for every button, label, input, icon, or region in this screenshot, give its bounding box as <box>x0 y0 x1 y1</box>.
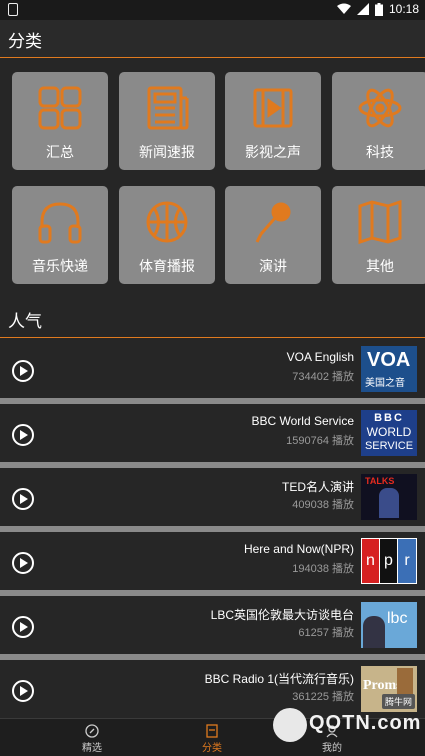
category-tile-sports[interactable]: 体育播报 <box>119 186 215 284</box>
film-icon <box>253 88 293 128</box>
bbc-logo: BBC WORLD SERVICE <box>361 410 417 456</box>
item-plays: 61257 播放 <box>298 627 354 639</box>
proms-text: Proms <box>363 678 402 693</box>
compass-icon <box>85 724 99 738</box>
section-title: 人气 <box>8 312 42 332</box>
item-title: Here and Now(NPR) <box>243 542 354 556</box>
list-item[interactable]: TED名人演讲 409038 播放 TALKS <box>0 468 425 526</box>
popular-section-header: 人气 <box>0 300 425 338</box>
status-bar: 10:18 <box>0 0 425 20</box>
page-title: 分类 <box>8 32 42 52</box>
voa-cn-text: 美国之音 <box>365 378 405 389</box>
watermark-text: QOTN.com <box>309 712 422 734</box>
bbc-world-text: WORLD <box>366 425 412 439</box>
lbc-text: lbc <box>387 610 408 627</box>
category-tile-summary[interactable]: 汇总 <box>12 72 108 170</box>
ted-logo: TALKS <box>361 474 417 520</box>
lbc-presenter-shape <box>363 616 385 648</box>
headphones-icon <box>38 202 82 244</box>
npr-logo: n p r <box>361 538 417 584</box>
map-icon <box>358 199 402 245</box>
category-grid: 汇总 新闻速报 影视之声 科技 音乐快递 体育播报 演讲 其他 <box>12 72 425 294</box>
notification-icon <box>8 3 18 16</box>
battery-icon <box>374 2 383 16</box>
grid-squares-icon <box>38 86 82 130</box>
npr-p: p <box>380 539 397 583</box>
watermark: 腾牛网 QOTN.com <box>271 694 421 754</box>
item-plays: 734402 播放 <box>292 371 354 383</box>
npr-n: n <box>362 539 379 583</box>
play-icon[interactable] <box>12 552 34 574</box>
bbc-service-text: SERVICE <box>364 440 414 452</box>
item-plays: 194038 播放 <box>292 563 354 575</box>
category-label: 体育播报 <box>139 259 195 275</box>
atom-icon <box>358 88 402 128</box>
item-title: LBC英国伦敦最大访谈电台 <box>210 608 354 622</box>
tab-label: 分类 <box>202 743 222 754</box>
category-tile-speech[interactable]: 演讲 <box>225 186 321 284</box>
category-label: 音乐快递 <box>32 259 88 275</box>
category-icon <box>206 724 218 738</box>
category-label: 汇总 <box>46 145 74 161</box>
category-label: 演讲 <box>259 259 287 275</box>
bbc-text: BBC <box>374 412 404 424</box>
category-tile-film[interactable]: 影视之声 <box>225 72 321 170</box>
list-item[interactable]: BBC World Service 1590764 播放 BBC WORLD S… <box>0 404 425 462</box>
play-icon[interactable] <box>12 360 34 382</box>
item-title: TED名人演讲 <box>281 480 354 494</box>
play-icon[interactable] <box>12 680 34 702</box>
clock: 10:18 <box>388 2 419 16</box>
tab-category[interactable]: 分类 <box>152 719 272 756</box>
status-icons: 10:18 <box>336 2 419 16</box>
item-plays: 409038 播放 <box>292 499 354 511</box>
watermark-logo-icon <box>273 708 307 742</box>
category-label: 新闻速报 <box>139 145 195 161</box>
list-item[interactable]: LBC英国伦敦最大访谈电台 61257 播放 lbc <box>0 596 425 654</box>
category-tile-other[interactable]: 其他 <box>332 186 425 284</box>
watermark-badge: 腾牛网 <box>381 694 415 709</box>
voa-text: VOA <box>367 349 411 371</box>
list-item[interactable]: Here and Now(NPR) 194038 播放 n p r <box>0 532 425 590</box>
tab-featured[interactable]: 精选 <box>32 719 152 756</box>
category-tile-music[interactable]: 音乐快递 <box>12 186 108 284</box>
ted-speaker-shape <box>379 488 399 518</box>
category-label: 影视之声 <box>245 145 301 161</box>
item-title: VOA English <box>286 350 354 364</box>
play-icon[interactable] <box>12 616 34 638</box>
item-title: BBC World Service <box>251 414 354 428</box>
basketball-icon <box>146 201 188 243</box>
category-tile-tech[interactable]: 科技 <box>332 72 425 170</box>
play-icon[interactable] <box>12 424 34 446</box>
lbc-logo: lbc <box>361 602 417 648</box>
microphone-icon <box>255 202 291 243</box>
signal-icon <box>356 3 369 15</box>
item-title: BBC Radio 1(当代流行音乐) <box>204 672 354 686</box>
category-label: 科技 <box>366 145 394 161</box>
popular-list: VOA English 734402 播放 VOA 美国之音 BBC World… <box>0 340 425 718</box>
ted-text: TALKS <box>365 476 395 486</box>
page-header: 分类 <box>0 20 425 58</box>
list-item[interactable]: VOA English 734402 播放 VOA 美国之音 <box>0 340 425 398</box>
play-icon[interactable] <box>12 488 34 510</box>
category-label: 其他 <box>366 259 394 275</box>
category-tile-news[interactable]: 新闻速报 <box>119 72 215 170</box>
voa-logo: VOA 美国之音 <box>361 346 417 392</box>
newspaper-icon <box>147 86 189 130</box>
wifi-icon <box>336 3 351 14</box>
npr-r: r <box>398 539 416 583</box>
tab-label: 精选 <box>82 743 102 754</box>
item-plays: 1590764 播放 <box>286 435 354 447</box>
